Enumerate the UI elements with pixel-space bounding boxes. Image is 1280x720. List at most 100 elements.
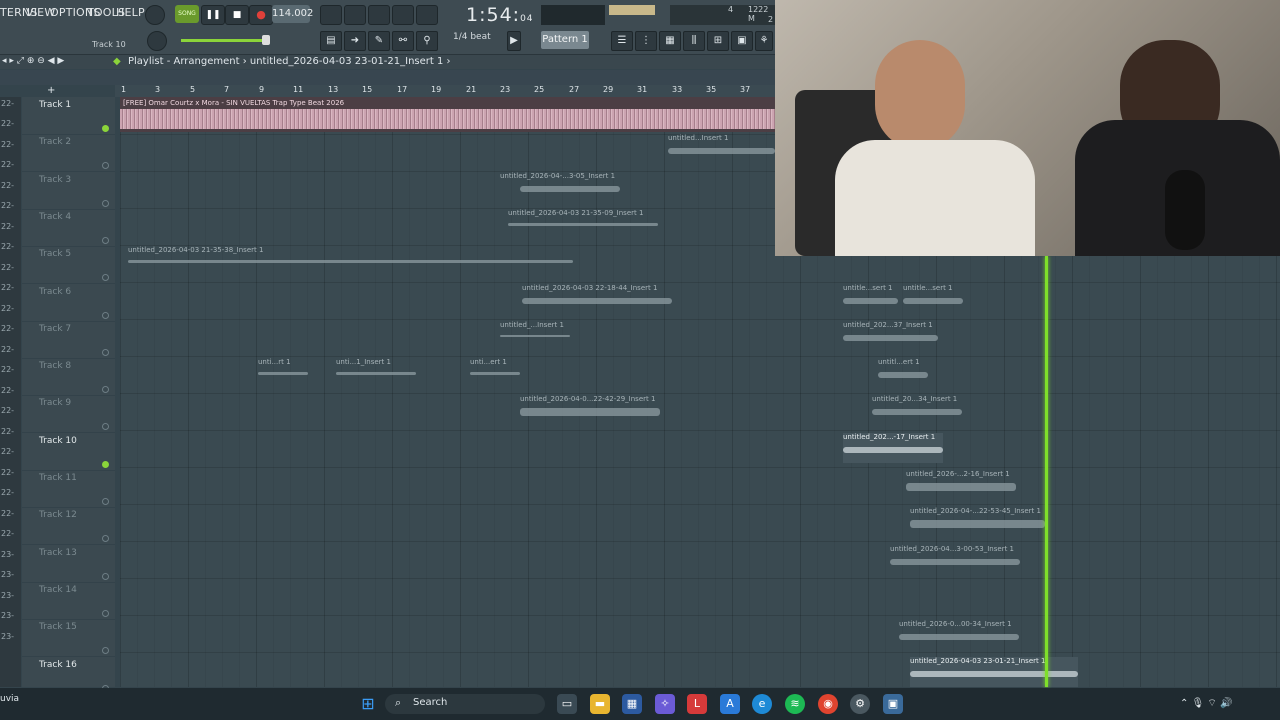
settings-gear-icon[interactable]: ⚙ bbox=[850, 694, 870, 714]
play-pattern-icon[interactable]: ▶ bbox=[507, 31, 521, 51]
audio-clip[interactable]: untitled_2026-04-0...22-42-29_Insert 1 bbox=[520, 395, 660, 425]
step-edit-icon[interactable] bbox=[368, 5, 390, 25]
picker-item[interactable]: 23- bbox=[1, 611, 14, 620]
channel-rack-icon[interactable]: ⋮ bbox=[635, 31, 657, 51]
picker-item[interactable]: 22- bbox=[1, 181, 14, 190]
audio-clip[interactable]: untitled_2026-04-03 21-35-38_Insert 1 bbox=[128, 246, 573, 276]
wait-input-icon[interactable] bbox=[416, 5, 438, 25]
master-volume-slider[interactable] bbox=[181, 39, 269, 42]
app-l-icon[interactable]: L bbox=[687, 694, 707, 714]
audio-clip[interactable]: untitled_2026-04-03 21-35-09_Insert 1 bbox=[508, 209, 658, 239]
track-mute-led[interactable] bbox=[102, 274, 109, 282]
stop-button[interactable]: ■ bbox=[225, 5, 249, 25]
add-track-icon[interactable]: + bbox=[47, 85, 55, 96]
song-mode-toggle[interactable]: SONG bbox=[175, 5, 199, 23]
audio-clip[interactable]: untitled_2026-...2-16_Insert 1 bbox=[906, 470, 1016, 500]
picker-item[interactable]: 22- bbox=[1, 386, 14, 395]
track-mute-led[interactable] bbox=[102, 647, 109, 655]
track-mute-led[interactable] bbox=[102, 311, 109, 319]
track-mute-led[interactable] bbox=[102, 348, 109, 356]
playlist-icon[interactable]: ☰ bbox=[611, 31, 633, 51]
piano-roll-icon[interactable]: ▦ bbox=[659, 31, 681, 51]
picker-item[interactable]: 22- bbox=[1, 160, 14, 169]
system-tray-icons[interactable]: ⌃ 🎙 ⌔ 🔊 bbox=[1180, 697, 1232, 710]
picker-item[interactable]: 23- bbox=[1, 570, 14, 579]
store-icon[interactable]: ▦ bbox=[622, 694, 642, 714]
track-mute-led[interactable] bbox=[102, 236, 109, 244]
audio-clip[interactable]: untitled_20...34_Insert 1 bbox=[872, 395, 962, 425]
picker-item[interactable]: 22- bbox=[1, 509, 14, 518]
taskbar-search[interactable]: ⌕ Search bbox=[385, 694, 545, 714]
audio-clip-selected[interactable]: untitled_2026-04-03 23-01-21_Insert 1 bbox=[910, 657, 1078, 687]
audio-clip[interactable]: untitl...ert 1 bbox=[878, 358, 936, 388]
plugin-icon[interactable]: ▣ bbox=[731, 31, 753, 51]
record-button[interactable]: ● bbox=[249, 5, 273, 25]
track-header[interactable]: Track 3 bbox=[22, 172, 115, 210]
track-header[interactable]: Track 12 bbox=[22, 507, 115, 546]
track-mute-led[interactable] bbox=[102, 162, 109, 170]
picker-item[interactable]: 23- bbox=[1, 632, 14, 641]
track-header[interactable]: Track 1 bbox=[22, 97, 115, 135]
mixer-icon[interactable]: ⫼ bbox=[683, 31, 705, 51]
track-mute-led[interactable] bbox=[102, 535, 109, 543]
spotify-icon[interactable]: ≋ bbox=[785, 694, 805, 714]
picker-item[interactable]: 22- bbox=[1, 222, 14, 231]
tempo-display[interactable]: 114.002 bbox=[272, 5, 313, 23]
track-mute-led[interactable] bbox=[102, 572, 109, 580]
picker-item[interactable]: 23- bbox=[1, 550, 14, 559]
audio-clip-beat[interactable]: [FREE] Omar Courtz x Mora - SIN VUELTAS … bbox=[120, 97, 775, 132]
picker-item[interactable]: 22- bbox=[1, 406, 14, 415]
audio-clip[interactable]: untitled_2026-04...3-00-53_Insert 1 bbox=[890, 545, 1020, 575]
edge-icon[interactable]: e bbox=[752, 694, 772, 714]
snap-selector[interactable]: 1/4 beat bbox=[453, 32, 491, 42]
track-header[interactable]: Track 5 bbox=[22, 246, 115, 285]
picker-item[interactable]: 22- bbox=[1, 99, 14, 108]
track-header[interactable]: Track 10 bbox=[22, 433, 115, 471]
track-header[interactable]: Track 15 bbox=[22, 619, 115, 658]
picker-item[interactable]: 22- bbox=[1, 283, 14, 292]
pause-button[interactable]: ❚❚ bbox=[201, 5, 225, 25]
track-mute-led[interactable] bbox=[102, 460, 109, 468]
audio-clip[interactable]: untitled_2026-04-...3-05_Insert 1 bbox=[500, 172, 625, 202]
picker-item[interactable]: 22- bbox=[1, 427, 14, 436]
pencil-icon[interactable]: ✎ bbox=[368, 31, 390, 51]
track-mute-led[interactable] bbox=[102, 498, 109, 505]
punch-icon[interactable] bbox=[320, 5, 342, 25]
copilot-icon[interactable]: ✧ bbox=[655, 694, 675, 714]
audio-clip[interactable]: untitled_2026-0...00-34_Insert 1 bbox=[899, 620, 1019, 650]
track-mute-led[interactable] bbox=[102, 199, 109, 207]
master-volume-handle[interactable] bbox=[262, 35, 270, 45]
metronome-knob-icon[interactable] bbox=[145, 5, 165, 25]
chrome-icon[interactable]: ◉ bbox=[818, 694, 838, 714]
pattern-selector[interactable]: Pattern 1 bbox=[541, 31, 589, 49]
browser-icon[interactable]: ⊞ bbox=[707, 31, 729, 51]
picker-item[interactable]: 22- bbox=[1, 529, 14, 538]
audio-clip[interactable]: untitled_...Insert 1 bbox=[500, 321, 570, 351]
master-pitch-knob[interactable] bbox=[147, 31, 167, 51]
track-header[interactable]: Track 8 bbox=[22, 358, 115, 397]
stamp-icon[interactable]: ⚲ bbox=[416, 31, 438, 51]
picker-item[interactable]: 22- bbox=[1, 324, 14, 333]
picker-item[interactable]: 22- bbox=[1, 263, 14, 272]
audio-clip[interactable]: untitled_202...37_Insert 1 bbox=[843, 321, 938, 351]
picker-item[interactable]: 22- bbox=[1, 304, 14, 313]
audio-clip[interactable]: untitled_2026-04-...22-53-45_Insert 1 bbox=[910, 507, 1045, 537]
picker-item[interactable]: 22- bbox=[1, 119, 14, 128]
help-icon[interactable]: ⚘ bbox=[755, 31, 773, 51]
track-header[interactable]: Track 11 bbox=[22, 470, 115, 508]
track-mute-led[interactable] bbox=[102, 125, 109, 132]
track-header[interactable]: Track 4 bbox=[22, 209, 115, 247]
file-explorer-icon[interactable]: ▬ bbox=[590, 694, 610, 714]
picker-item[interactable]: 22- bbox=[1, 447, 14, 456]
audio-clip[interactable]: unti...1_Insert 1 bbox=[336, 358, 416, 388]
audio-clip[interactable]: untitle...sert 1 bbox=[903, 284, 963, 314]
audio-clip[interactable]: unti...rt 1 bbox=[258, 358, 308, 388]
track-header[interactable]: Track 9 bbox=[22, 395, 115, 434]
picker-item[interactable]: 22- bbox=[1, 140, 14, 149]
loop-record-icon[interactable] bbox=[344, 5, 366, 25]
piano-icon[interactable]: ▤ bbox=[320, 31, 342, 51]
picker-item[interactable]: 22- bbox=[1, 468, 14, 477]
track-header[interactable]: Track 7 bbox=[22, 321, 115, 359]
track-mute-led[interactable] bbox=[102, 423, 109, 431]
picker-item[interactable]: 22- bbox=[1, 488, 14, 497]
